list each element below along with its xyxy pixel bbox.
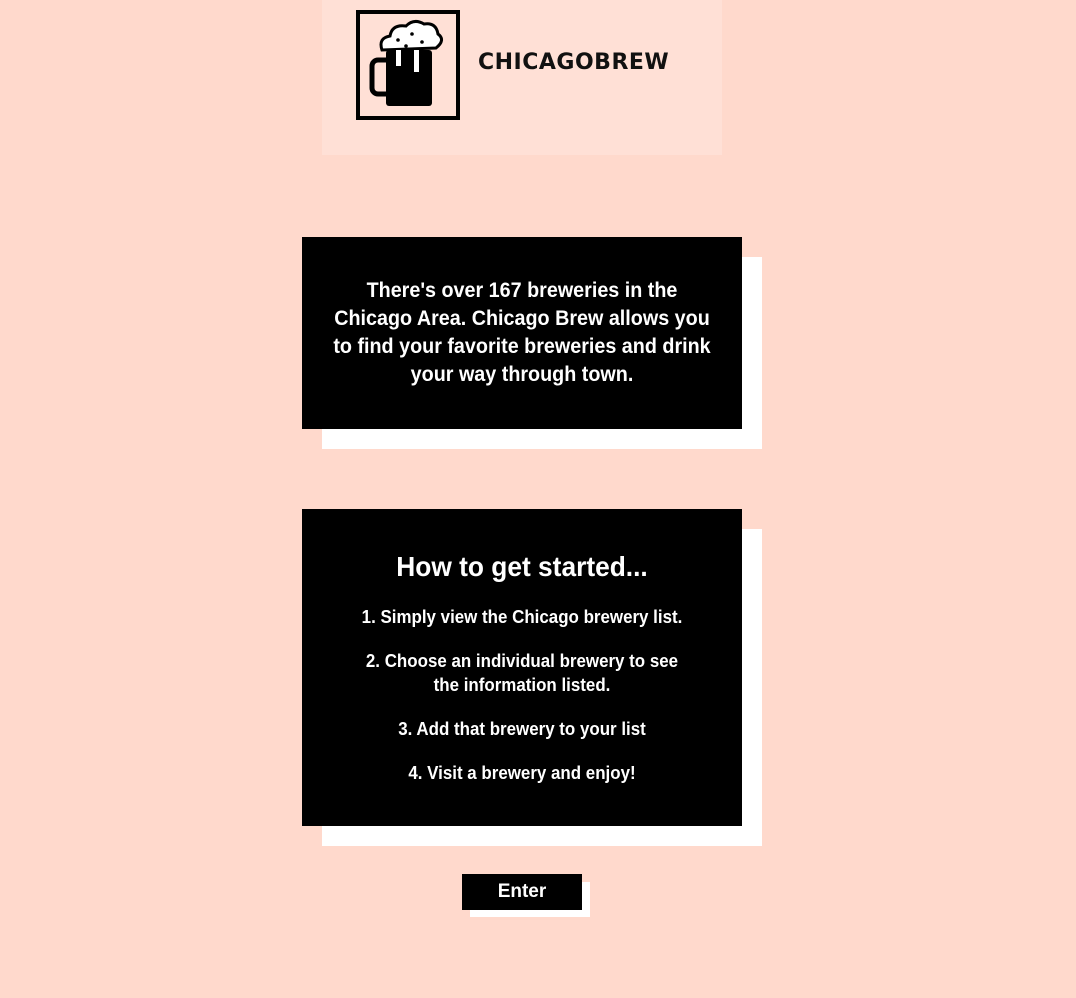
steps-list: 1. Simply view the Chicago brewery list.… <box>302 605 742 785</box>
intro-card: There's over 167 breweries in the Chicag… <box>302 237 742 429</box>
step-item: 3. Add that brewery to your list <box>398 719 646 739</box>
enter-button[interactable]: Enter <box>462 874 582 910</box>
step-item: 1. Simply view the Chicago brewery list. <box>361 607 683 627</box>
steps-card: How to get started... 1. Simply view the… <box>302 509 742 826</box>
steps-title: How to get started... <box>396 551 648 582</box>
intro-text: There's over 167 breweries in the Chicag… <box>333 279 711 386</box>
beer-mug-icon <box>356 10 460 120</box>
step-item: 2. Choose an individual brewery to see t… <box>365 651 679 695</box>
step-item: 4. Visit a brewery and enjoy! <box>408 763 636 783</box>
brand-name: CHICAGOBREW <box>478 50 670 75</box>
logo-banner: CHICAGOBREW <box>322 0 722 155</box>
